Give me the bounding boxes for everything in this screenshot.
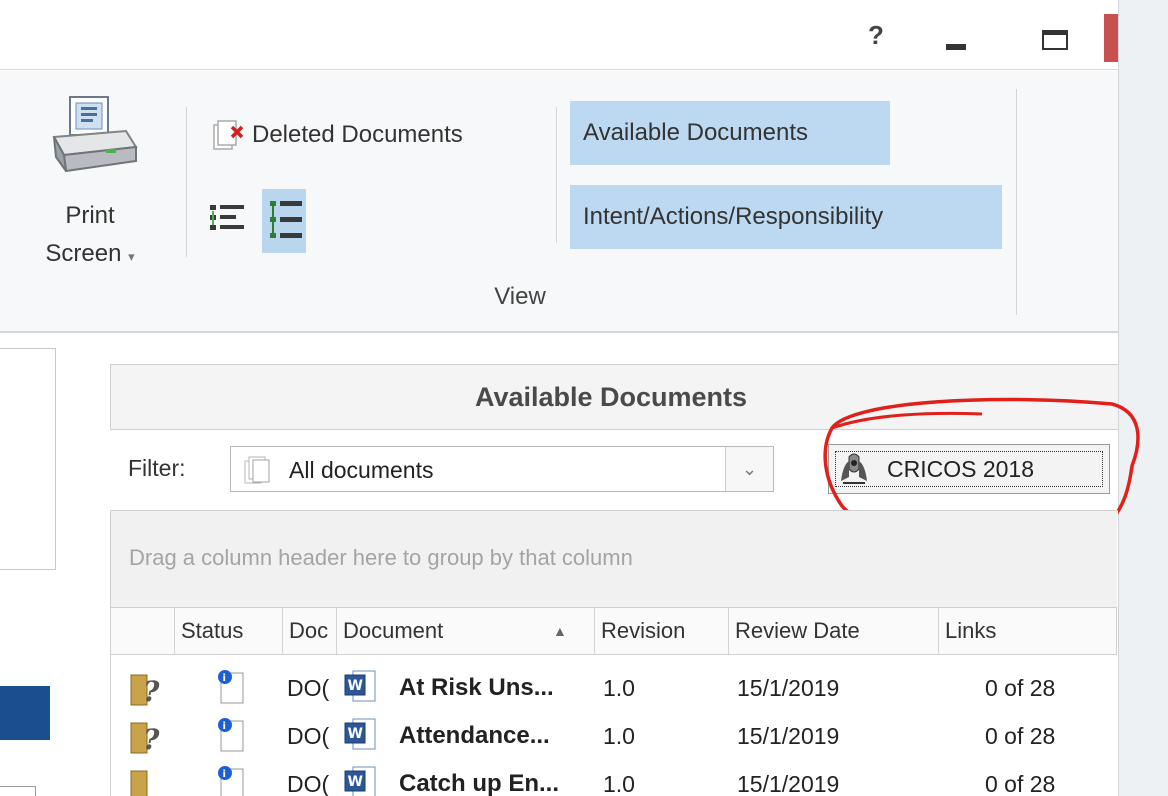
chevron-down-icon: ▾ bbox=[128, 249, 135, 264]
cricos-2018-button[interactable]: CRICOS 2018 bbox=[828, 444, 1110, 494]
close-button[interactable] bbox=[1104, 14, 1118, 62]
available-documents-button[interactable]: Available Documents bbox=[570, 101, 890, 165]
row-document-name: Catch up En... bbox=[399, 770, 560, 796]
row-review-date: 15/1/2019 bbox=[737, 771, 840, 796]
printer-icon[interactable] bbox=[48, 95, 140, 181]
minimize-button[interactable] bbox=[946, 44, 966, 50]
print-screen-button[interactable]: Print Screen ▾ bbox=[36, 197, 144, 276]
column-header-icon[interactable] bbox=[111, 608, 175, 654]
ribbon-separator bbox=[186, 107, 187, 257]
help-button[interactable]: ? bbox=[868, 20, 884, 51]
column-header-row: Status Doc Document ▲ Revision Review Da… bbox=[111, 607, 1117, 655]
svg-text:?: ? bbox=[143, 675, 160, 707]
group-by-panel[interactable]: Drag a column header here to group by th… bbox=[111, 511, 1117, 607]
row-document-name: Attendance... bbox=[399, 722, 550, 749]
table-row[interactable]: i DO( W Catch up En... 1.0 15/1/2019 0 o… bbox=[111, 761, 1117, 796]
row-links: 0 of 28 bbox=[985, 723, 1056, 749]
ribbon-separator bbox=[1016, 89, 1017, 315]
group-by-hint: Drag a column header here to group by th… bbox=[129, 545, 633, 570]
filter-label: Filter: bbox=[128, 455, 186, 481]
row-review-date: 15/1/2019 bbox=[737, 723, 840, 749]
info-document-icon: i bbox=[211, 763, 251, 796]
ribbon: Print Screen ▾ Deleted Documents Availab… bbox=[0, 71, 1118, 333]
svg-text:W: W bbox=[348, 678, 363, 694]
row-revision: 1.0 bbox=[603, 675, 635, 701]
sort-ascending-icon: ▲ bbox=[553, 623, 567, 639]
row-document-name: At Risk Uns... bbox=[399, 674, 554, 701]
svg-text:W: W bbox=[348, 726, 363, 742]
column-header-doc[interactable]: Doc bbox=[283, 608, 337, 654]
print-label-line2: Screen bbox=[45, 240, 122, 267]
svg-text:i: i bbox=[223, 769, 226, 780]
column-header-revision[interactable]: Revision bbox=[595, 608, 729, 654]
panel-header: Available Documents bbox=[110, 364, 1118, 430]
filter-value: All documents bbox=[289, 457, 434, 483]
table-row[interactable]: ? i DO( W At Risk Uns... 1.0 15/1/2019 0… bbox=[111, 665, 1117, 711]
word-document-icon: W bbox=[343, 765, 379, 796]
documents-icon bbox=[243, 455, 271, 485]
documents-grid: Drag a column header here to group by th… bbox=[110, 510, 1118, 796]
row-doc-id: DO( bbox=[287, 675, 330, 701]
unknown-status-icon bbox=[129, 767, 165, 796]
row-links: 0 of 28 bbox=[985, 675, 1056, 701]
info-document-icon: i bbox=[211, 667, 251, 712]
navigation-scroll-control[interactable] bbox=[0, 786, 36, 796]
row-doc-id: DO( bbox=[287, 723, 330, 749]
chevron-down-icon[interactable]: ⌄ bbox=[725, 447, 773, 491]
unknown-status-icon: ? bbox=[129, 719, 165, 760]
unknown-status-icon: ? bbox=[129, 671, 165, 712]
title-bar: ? bbox=[0, 0, 1118, 70]
panel-title: Available Documents bbox=[474, 382, 748, 412]
column-header-status[interactable]: Status bbox=[175, 608, 283, 654]
intent-actions-responsibility-button[interactable]: Intent/Actions/Responsibility bbox=[570, 185, 1002, 249]
ribbon-separator bbox=[556, 107, 557, 243]
filter-select[interactable]: All documents ⌄ bbox=[230, 446, 774, 492]
svg-text:?: ? bbox=[143, 723, 160, 755]
word-document-icon: W bbox=[343, 669, 379, 710]
deleted-document-icon bbox=[210, 117, 246, 153]
deleted-documents-label: Deleted Documents bbox=[252, 121, 463, 148]
navigation-selected-item[interactable] bbox=[0, 686, 50, 740]
ribbon-group-label: View bbox=[494, 283, 546, 310]
row-revision: 1.0 bbox=[603, 723, 635, 749]
tree-view-icon[interactable] bbox=[262, 189, 306, 253]
navigation-pane bbox=[0, 348, 56, 570]
table-row[interactable]: ? i DO( W Attendance... 1.0 15/1/2019 0 … bbox=[111, 713, 1117, 759]
coat-of-arms-icon bbox=[837, 451, 871, 487]
print-label-line1: Print bbox=[65, 202, 115, 229]
svg-text:i: i bbox=[223, 673, 226, 684]
deleted-documents-button[interactable]: Deleted Documents bbox=[210, 115, 463, 155]
word-document-icon: W bbox=[343, 717, 379, 758]
svg-text:i: i bbox=[223, 721, 226, 732]
row-review-date: 15/1/2019 bbox=[737, 675, 840, 701]
column-header-review-date[interactable]: Review Date bbox=[729, 608, 939, 654]
info-document-icon: i bbox=[211, 715, 251, 760]
svg-text:W: W bbox=[348, 774, 363, 790]
column-header-links[interactable]: Links bbox=[939, 608, 1117, 654]
cricos-label: CRICOS 2018 bbox=[887, 456, 1035, 482]
window-edge bbox=[1118, 0, 1168, 796]
row-doc-id: DO( bbox=[287, 771, 330, 796]
list-view-icon[interactable] bbox=[208, 189, 248, 249]
maximize-button[interactable] bbox=[1042, 30, 1068, 50]
row-revision: 1.0 bbox=[603, 771, 635, 796]
row-links: 0 of 28 bbox=[985, 771, 1056, 796]
